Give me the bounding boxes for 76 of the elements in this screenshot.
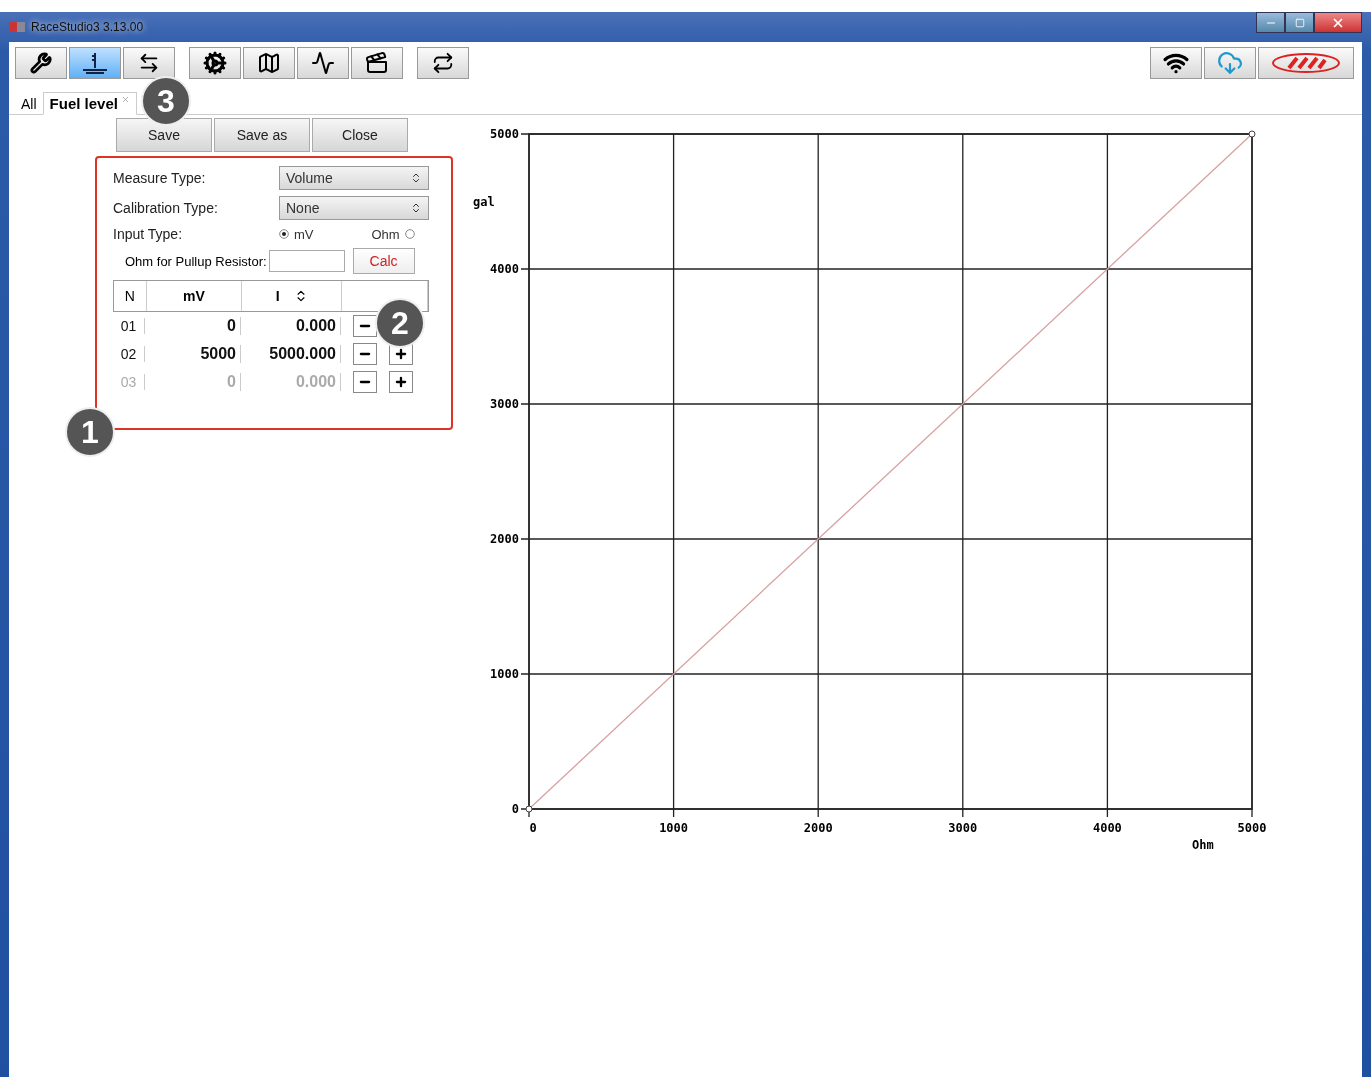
y-tick-label: 1000	[490, 667, 519, 681]
remove-row-button[interactable]	[353, 315, 377, 337]
maximize-button[interactable]	[1285, 12, 1314, 33]
plus-icon	[394, 375, 408, 389]
map-icon	[257, 51, 281, 75]
field-label: Measure Type:	[113, 170, 207, 186]
toolbar-button[interactable]	[69, 47, 121, 79]
field-label: Ohm for Pullup Resistor:	[125, 253, 267, 269]
x-tick-label: 2000	[803, 821, 833, 835]
table-cell: 03	[113, 374, 145, 390]
table-cell: 5000.000	[241, 345, 341, 363]
toolbar-button[interactable]	[417, 47, 469, 79]
y-tick-label: 5000	[490, 127, 519, 141]
arrows-icon	[138, 52, 160, 74]
measure-type-select[interactable]: Volume	[279, 166, 429, 190]
field-label: Input Type:	[113, 226, 183, 242]
field-label: Calibration Type:	[113, 200, 219, 216]
x-tick-label: 0	[529, 821, 537, 835]
radio-option[interactable]: mV	[279, 226, 314, 242]
x-axis-label: Ohm	[1192, 838, 1214, 852]
toolbar-button[interactable]	[1150, 47, 1202, 79]
toolbar-button[interactable]	[15, 47, 67, 79]
x-tick-label: 4000	[1092, 821, 1122, 835]
table-cell: 0.000	[241, 373, 341, 391]
y-tick-label: 2000	[490, 532, 519, 546]
maximize-icon	[1294, 17, 1305, 28]
column-header: N	[124, 288, 135, 304]
calc-button[interactable]: Calc	[352, 248, 415, 274]
toolbar-button[interactable]	[243, 47, 295, 79]
table-cell: 5000	[145, 345, 241, 363]
radio-option[interactable]: Ohm	[371, 226, 415, 242]
select-arrows-icon	[410, 172, 422, 184]
transfer-icon	[432, 52, 454, 74]
y-tick-label: 4000	[490, 262, 519, 276]
tools-icon	[30, 52, 52, 74]
cloud-download-icon	[1217, 50, 1243, 76]
minimize-button[interactable]	[1256, 12, 1285, 33]
x-tick-label: 5000	[1237, 821, 1267, 835]
column-header: mV	[183, 288, 205, 304]
action-button[interactable]: Save as	[214, 118, 310, 152]
plus-icon	[394, 347, 408, 361]
toolbar-button[interactable]	[123, 47, 175, 79]
action-button[interactable]: Save	[116, 118, 212, 152]
toolbar-button[interactable]	[189, 47, 241, 79]
table-cell: 0	[145, 373, 241, 391]
graph-icon	[311, 51, 335, 75]
x-tick-label: 3000	[948, 821, 978, 835]
table-cell: 02	[113, 346, 145, 362]
remove-row-button[interactable]	[353, 343, 377, 365]
logo-icon	[1271, 52, 1341, 74]
close-button[interactable]	[1314, 12, 1362, 33]
tab[interactable]: All	[15, 94, 43, 114]
tab[interactable]: Fuel level	[42, 92, 137, 115]
radio-button[interactable]	[404, 229, 415, 239]
table-cell: 0.000	[241, 317, 341, 335]
table-cell: 01	[113, 318, 145, 334]
radio-label: mV	[294, 226, 314, 242]
gear-icon	[203, 51, 227, 75]
calibration-type-select[interactable]: None	[279, 196, 429, 220]
table-cell: 0	[145, 317, 241, 335]
toolbar-button[interactable]	[351, 47, 403, 79]
app-icon	[9, 22, 25, 32]
pullup-input-field[interactable]	[268, 250, 345, 272]
select-arrows-icon	[410, 202, 422, 214]
radio-label: Ohm	[371, 226, 400, 242]
column-header: I	[275, 288, 280, 304]
y-axis-label: gal	[473, 195, 495, 209]
y-tick-label: 3000	[490, 397, 519, 411]
x-tick-label: 1000	[659, 821, 689, 835]
toolbar-button[interactable]	[297, 47, 349, 79]
window-title: RaceStudio3 3.13.00	[31, 20, 144, 34]
action-button[interactable]: Close	[312, 118, 408, 152]
clapperboard-icon	[365, 51, 389, 75]
y-tick-label: 0	[511, 802, 519, 816]
level-icon	[82, 52, 108, 74]
radio-button[interactable]	[279, 229, 289, 239]
